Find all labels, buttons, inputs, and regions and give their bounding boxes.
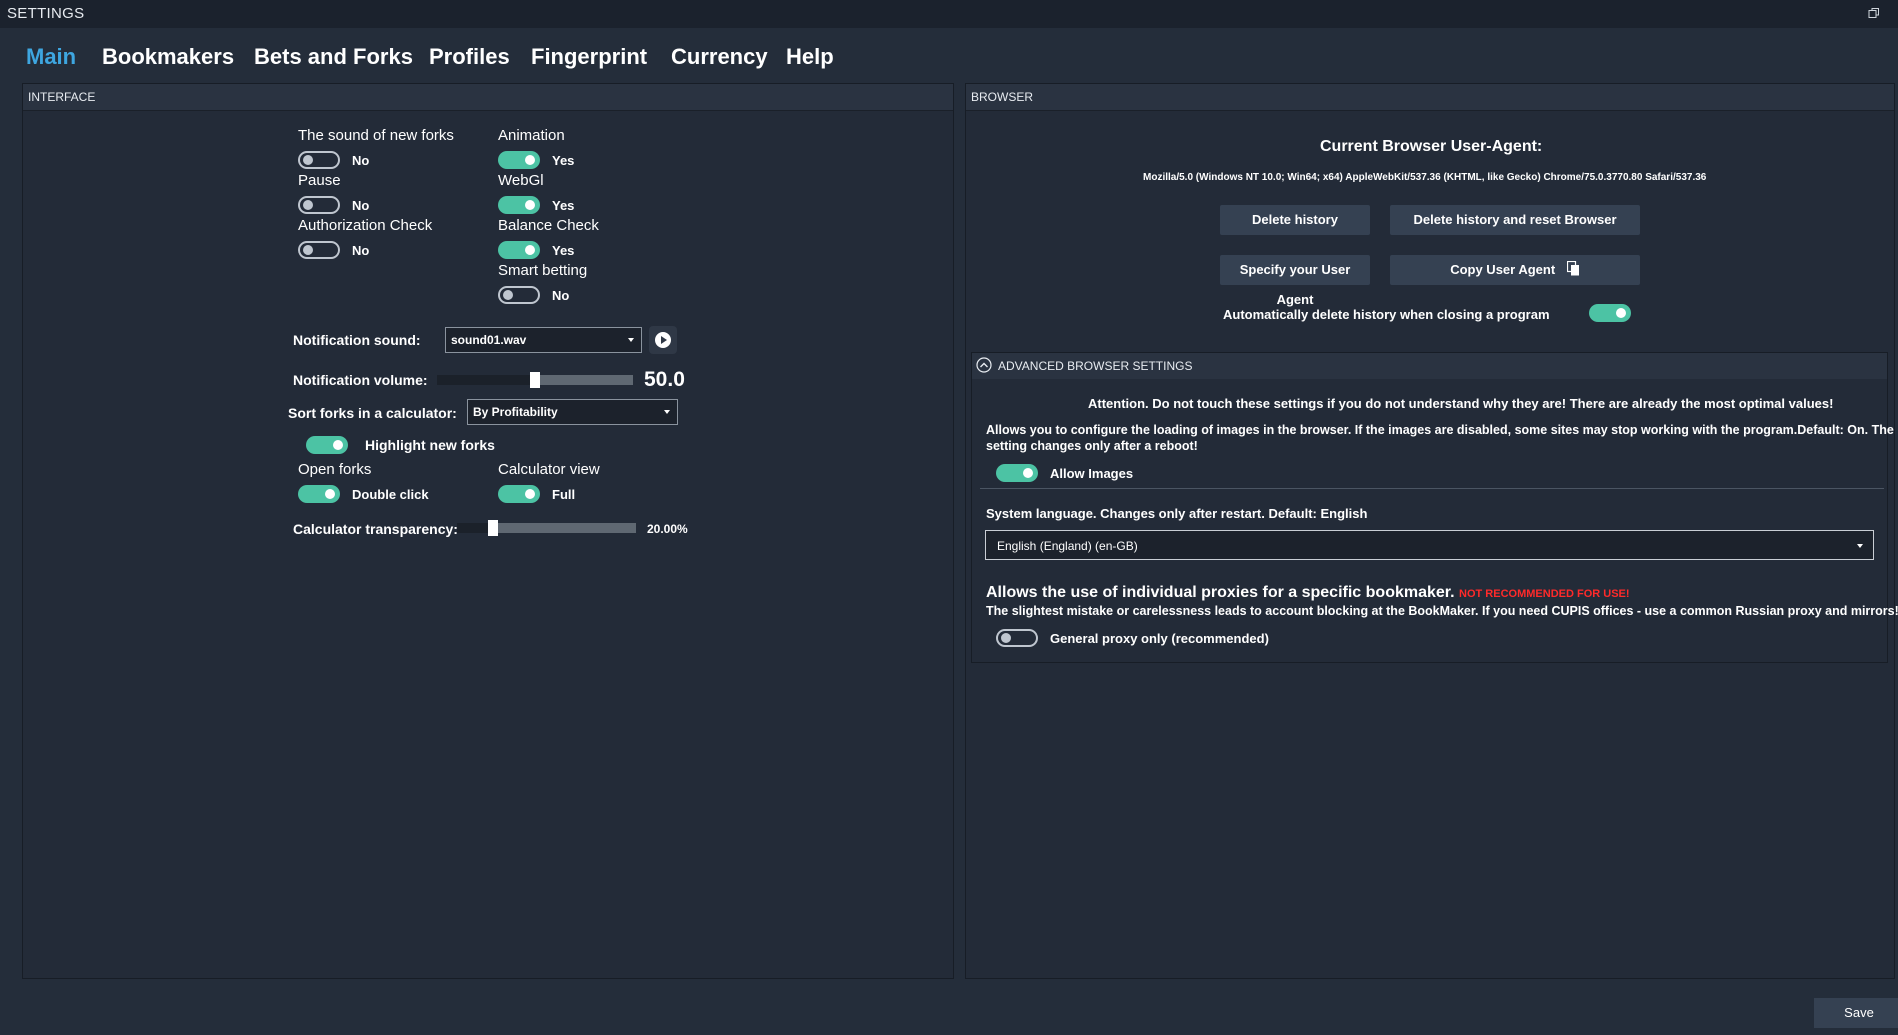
pause-value: No — [352, 198, 370, 213]
copy-icon — [1566, 260, 1579, 276]
smart-betting-toggle[interactable] — [498, 286, 540, 304]
delete-history-reset-browser-button[interactable]: Delete history and reset Browser — [1390, 205, 1640, 235]
webgl-value: Yes — [552, 198, 575, 213]
webgl-label: WebGl — [498, 172, 544, 189]
user-agent-string: Mozilla/5.0 (Windows NT 10.0; Win64; x64… — [1143, 172, 1707, 183]
system-language-value: English (England) (en-GB) — [997, 539, 1138, 553]
highlight-new-forks-toggle[interactable] — [306, 436, 348, 454]
system-language-description: System language. Changes only after rest… — [986, 506, 1368, 521]
sound-new-forks-value: No — [352, 153, 370, 168]
notification-sound-value: sound01.wav — [451, 333, 527, 347]
tab-bets-and-forks[interactable]: Bets and Forks — [254, 44, 413, 70]
sort-forks-value: By Profitability — [473, 405, 558, 419]
calculator-transparency-slider-thumb[interactable] — [487, 520, 498, 536]
chevron-down-icon — [664, 410, 670, 414]
highlight-new-forks-label: Highlight new forks — [365, 437, 495, 453]
smart-betting-label: Smart betting — [498, 262, 588, 279]
tab-main[interactable]: Main — [26, 44, 76, 70]
notification-volume-slider-thumb[interactable] — [530, 372, 540, 388]
tab-profiles[interactable]: Profiles — [429, 44, 510, 70]
calculator-view-value: Full — [552, 487, 576, 502]
sort-forks-select[interactable]: By Profitability — [467, 399, 678, 425]
images-description-line1: Allows you to configure the loading of i… — [986, 423, 1894, 437]
restore-window-icon[interactable] — [1868, 7, 1880, 19]
chevron-down-icon — [628, 338, 634, 342]
notification-sound-select[interactable]: sound01.wav — [445, 327, 642, 353]
sort-forks-label: Sort forks in a calculator: — [288, 405, 457, 421]
sound-new-forks-toggle[interactable] — [298, 151, 340, 169]
browser-panel-title: BROWSER — [971, 90, 1034, 104]
tab-bookmakers[interactable]: Bookmakers — [102, 44, 234, 70]
pause-toggle[interactable] — [298, 196, 340, 214]
interface-panel-title: INTERFACE — [28, 90, 96, 104]
open-forks-value: Double click — [352, 487, 429, 502]
images-description-line2: setting changes only after a reboot! — [986, 439, 1198, 453]
interface-panel-header: INTERFACE — [23, 84, 953, 111]
specify-user-agent-button[interactable]: Specify your User Agent — [1220, 255, 1370, 307]
notification-volume-value: 50.0 — [644, 368, 685, 391]
proxy-title-text: Allows the use of individual proxies for… — [986, 584, 1455, 601]
webgl-toggle[interactable] — [498, 196, 540, 214]
animation-toggle[interactable] — [498, 151, 540, 169]
general-proxy-toggle[interactable] — [996, 629, 1038, 647]
allow-images-toggle[interactable] — [996, 464, 1038, 482]
window-title: SETTINGS — [7, 5, 85, 22]
balance-check-toggle[interactable] — [498, 241, 540, 259]
calculator-view-toggle[interactable] — [498, 485, 540, 503]
balance-check-label: Balance Check — [498, 217, 599, 234]
advanced-browser-settings-title: ADVANCED BROWSER SETTINGS — [998, 359, 1193, 373]
user-agent-title: Current Browser User-Agent: — [1320, 138, 1543, 155]
open-forks-label: Open forks — [298, 461, 372, 478]
auth-check-label: Authorization Check — [298, 217, 433, 234]
save-button[interactable]: Save — [1814, 998, 1898, 1028]
notification-volume-slider[interactable] — [437, 372, 633, 388]
calculator-view-label: Calculator view — [498, 461, 600, 478]
notification-volume-slider-fill — [437, 375, 535, 385]
auto-delete-history-toggle[interactable] — [1589, 304, 1631, 322]
system-language-select[interactable]: English (England) (en-GB) — [985, 530, 1874, 560]
advanced-browser-settings-header[interactable]: ADVANCED BROWSER SETTINGS — [972, 353, 1887, 379]
play-sound-button[interactable] — [649, 326, 677, 354]
delete-history-button[interactable]: Delete history — [1220, 205, 1370, 235]
proxy-warning: NOT RECOMMENDED FOR USE! — [1459, 588, 1630, 600]
tab-currency[interactable]: Currency — [671, 44, 768, 70]
attention-text: Attention. Do not touch these settings i… — [1088, 396, 1834, 411]
animation-label: Animation — [498, 127, 565, 144]
tab-fingerprint[interactable]: Fingerprint — [531, 44, 647, 70]
proxy-description: The slightest mistake or carelessness le… — [986, 604, 1898, 618]
collapse-chevron-up-icon[interactable] — [976, 357, 992, 373]
pause-label: Pause — [298, 172, 341, 189]
proxy-title: Allows the use of individual proxies for… — [986, 584, 1630, 602]
animation-value: Yes — [552, 153, 575, 168]
smart-betting-value: No — [552, 288, 570, 303]
calculator-transparency-slider[interactable] — [457, 520, 636, 536]
calculator-transparency-label: Calculator transparency: — [293, 521, 458, 537]
sound-new-forks-label: The sound of new forks — [298, 127, 454, 144]
copy-user-agent-label: Copy User Agent — [1450, 262, 1556, 277]
notification-sound-label: Notification sound: — [293, 332, 421, 348]
open-forks-toggle[interactable] — [298, 485, 340, 503]
notification-volume-label: Notification volume: — [293, 372, 428, 388]
auto-delete-history-label: Automatically delete history when closin… — [1223, 307, 1550, 322]
divider — [980, 488, 1884, 489]
auth-check-value: No — [352, 243, 370, 258]
tab-help[interactable]: Help — [786, 44, 834, 70]
general-proxy-label: General proxy only (recommended) — [1050, 631, 1269, 646]
browser-panel-header: BROWSER — [966, 84, 1894, 111]
auth-check-toggle[interactable] — [298, 241, 340, 259]
balance-check-value: Yes — [552, 243, 575, 258]
chevron-down-icon — [1857, 544, 1863, 548]
allow-images-label: Allow Images — [1050, 466, 1134, 481]
calculator-transparency-value: 20.00% — [647, 522, 688, 536]
copy-user-agent-button[interactable]: Copy User Agent — [1390, 255, 1640, 285]
title-bar: SETTINGS — [0, 0, 1898, 28]
play-icon — [655, 332, 671, 348]
